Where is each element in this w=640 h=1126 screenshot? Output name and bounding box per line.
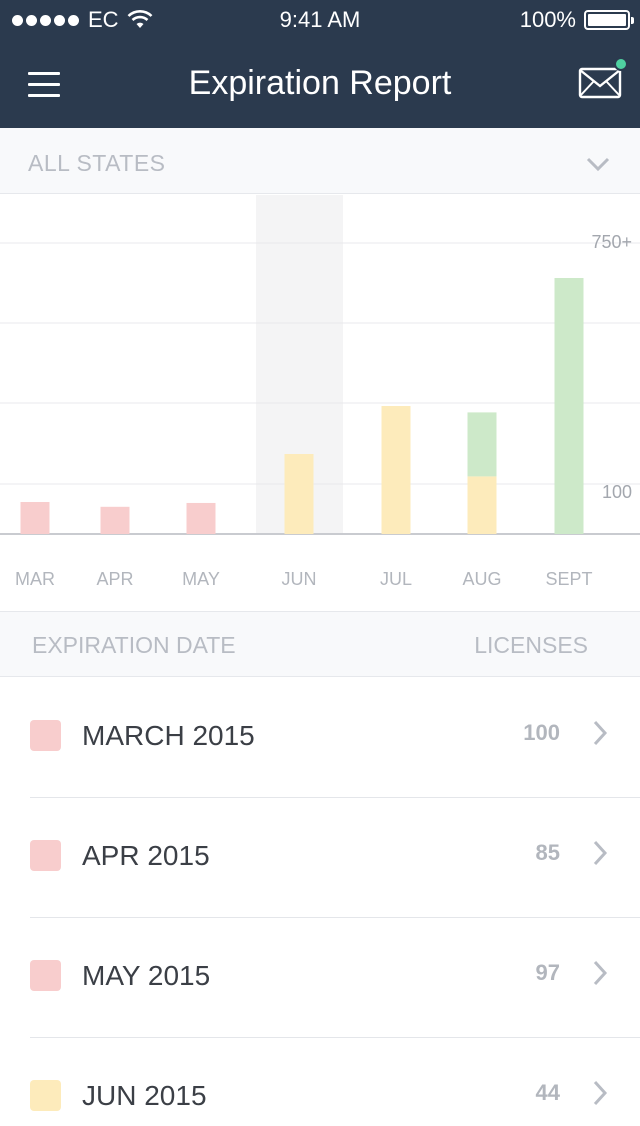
licenses-header: LICENSES: [474, 632, 588, 658]
state-filter-label: ALL STATES: [28, 150, 166, 176]
license-count: 97: [535, 960, 560, 985]
chevron-down-icon: [586, 157, 610, 172]
expiration-date: JUN 2015: [82, 1080, 207, 1111]
expiration-date-header: EXPIRATION DATE: [32, 632, 236, 658]
status-color-swatch: [30, 840, 61, 871]
bar-mar-0: [20, 502, 50, 534]
x-tick-label: MAY: [182, 569, 220, 589]
page-title: Expiration Report: [188, 64, 452, 102]
state-filter-dropdown[interactable]: ALL STATES: [0, 128, 640, 194]
x-tick-label: AUG: [462, 569, 501, 589]
envelope-icon: [578, 67, 622, 99]
status-color-swatch: [30, 960, 61, 991]
status-bar: EC 9:41 AM 100%: [0, 0, 640, 40]
expiration-date: MAY 2015: [82, 960, 211, 991]
bar-may-0: [186, 502, 216, 534]
x-tick-label: SEPT: [545, 569, 592, 589]
chevron-right-icon: [593, 1080, 608, 1106]
list-item[interactable]: APR 2015 85: [0, 798, 640, 918]
expiration-date: APR 2015: [82, 840, 210, 871]
battery-icon: [584, 10, 634, 30]
y-tick-label: 750+: [591, 232, 632, 252]
list-item[interactable]: MAY 2015 97: [0, 918, 640, 1038]
app-header: EC 9:41 AM 100% Expiration Report: [0, 0, 640, 128]
x-tick-label: APR: [96, 569, 133, 589]
license-count: 100: [523, 720, 560, 745]
list-header: EXPIRATION DATE LICENSES: [0, 611, 640, 677]
bar-apr-0: [100, 506, 130, 534]
license-count: 85: [535, 840, 560, 865]
bar-aug-2: [467, 412, 497, 477]
chevron-right-icon: [593, 960, 608, 986]
x-tick-label: JUN: [282, 569, 317, 589]
status-color-swatch: [30, 720, 61, 751]
bar-jul-1: [381, 406, 411, 534]
expiration-date: MARCH 2015: [82, 720, 255, 751]
list-item[interactable]: MARCH 2015 100: [0, 678, 640, 798]
chevron-right-icon: [593, 840, 608, 866]
battery-percent: 100%: [519, 7, 576, 32]
bar-sept-2: [554, 278, 584, 534]
y-tick-label: 100: [602, 482, 632, 502]
x-tick-label: MAR: [15, 569, 55, 589]
bar-jun-1: [284, 454, 314, 534]
bar-chart: MAR APR MAY JUN JUL AUG SEPT 750+ 100: [0, 195, 640, 589]
chevron-right-icon: [593, 720, 608, 746]
expiration-chart: MAR APR MAY JUN JUL AUG SEPT 750+ 100: [0, 195, 640, 610]
status-right: 100%: [519, 7, 634, 33]
notification-dot: [614, 57, 628, 71]
mail-button[interactable]: [578, 66, 622, 100]
license-count: 44: [535, 1080, 560, 1105]
x-tick-label: JUL: [380, 569, 412, 589]
list-item[interactable]: JUN 2015 44: [0, 1038, 640, 1126]
status-color-swatch: [30, 1080, 61, 1111]
bar-aug-1: [467, 476, 497, 534]
